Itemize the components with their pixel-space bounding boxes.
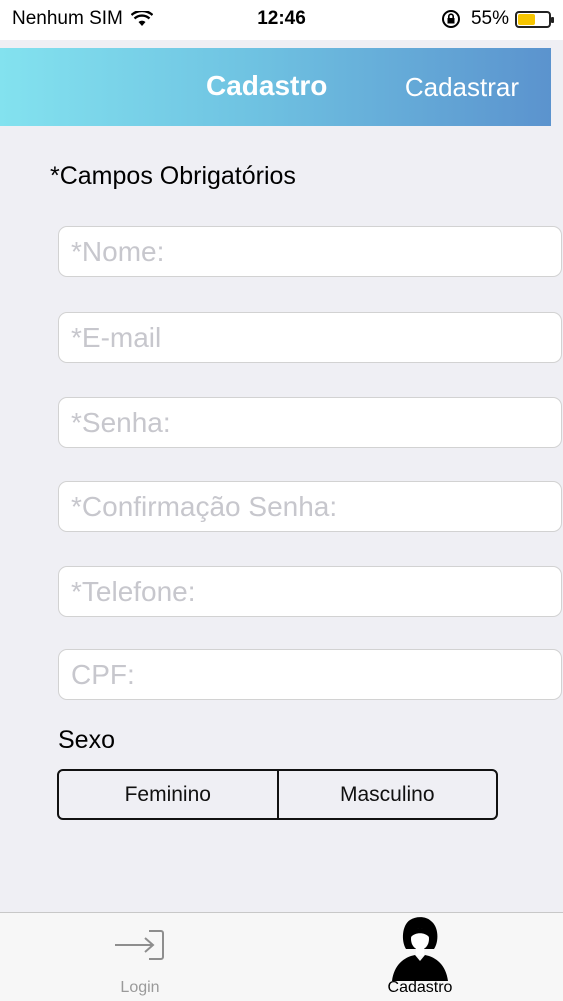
name-input[interactable] — [59, 227, 561, 276]
password-input[interactable] — [59, 398, 561, 447]
tab-cadastro[interactable]: Cadastro — [350, 913, 490, 1001]
battery-fill — [518, 13, 535, 25]
tab-login[interactable]: Login — [70, 913, 210, 1001]
login-arrow-icon — [115, 930, 164, 960]
phone-field[interactable] — [58, 566, 562, 617]
battery-percent: 55% — [470, 8, 509, 29]
page-title: Cadastro — [206, 70, 328, 101]
email-input[interactable] — [59, 313, 561, 362]
tab-bar: Login Cadastro — [0, 912, 563, 1001]
rotation-lock-icon — [441, 10, 460, 28]
sex-label: Sexo — [58, 726, 115, 754]
status-bar: Nenhum SIM 12:46 55% — [0, 0, 563, 40]
navigation-bar: Cadastro Cadastrar — [0, 48, 551, 126]
phone-input[interactable] — [59, 567, 561, 616]
password-field[interactable] — [58, 397, 562, 448]
required-fields-note: *Campos Obrigatórios — [50, 162, 296, 190]
segment-female[interactable]: Feminino — [59, 771, 277, 818]
status-right: 55% — [441, 8, 554, 30]
battery-icon — [515, 10, 554, 28]
user-silhouette-icon — [392, 917, 448, 981]
confirm-password-input[interactable] — [59, 482, 561, 531]
sex-segmented-control: Feminino Masculino — [57, 769, 498, 820]
confirm-password-field[interactable] — [58, 481, 562, 532]
segment-male[interactable]: Masculino — [276, 771, 497, 818]
tab-cadastro-label: Cadastro — [387, 979, 453, 996]
register-button[interactable]: Cadastrar — [405, 72, 519, 103]
email-field[interactable] — [58, 312, 562, 363]
name-field[interactable] — [58, 226, 562, 277]
cpf-field[interactable] — [58, 649, 562, 700]
tab-login-label: Login — [120, 979, 160, 996]
cpf-input[interactable] — [59, 650, 561, 699]
